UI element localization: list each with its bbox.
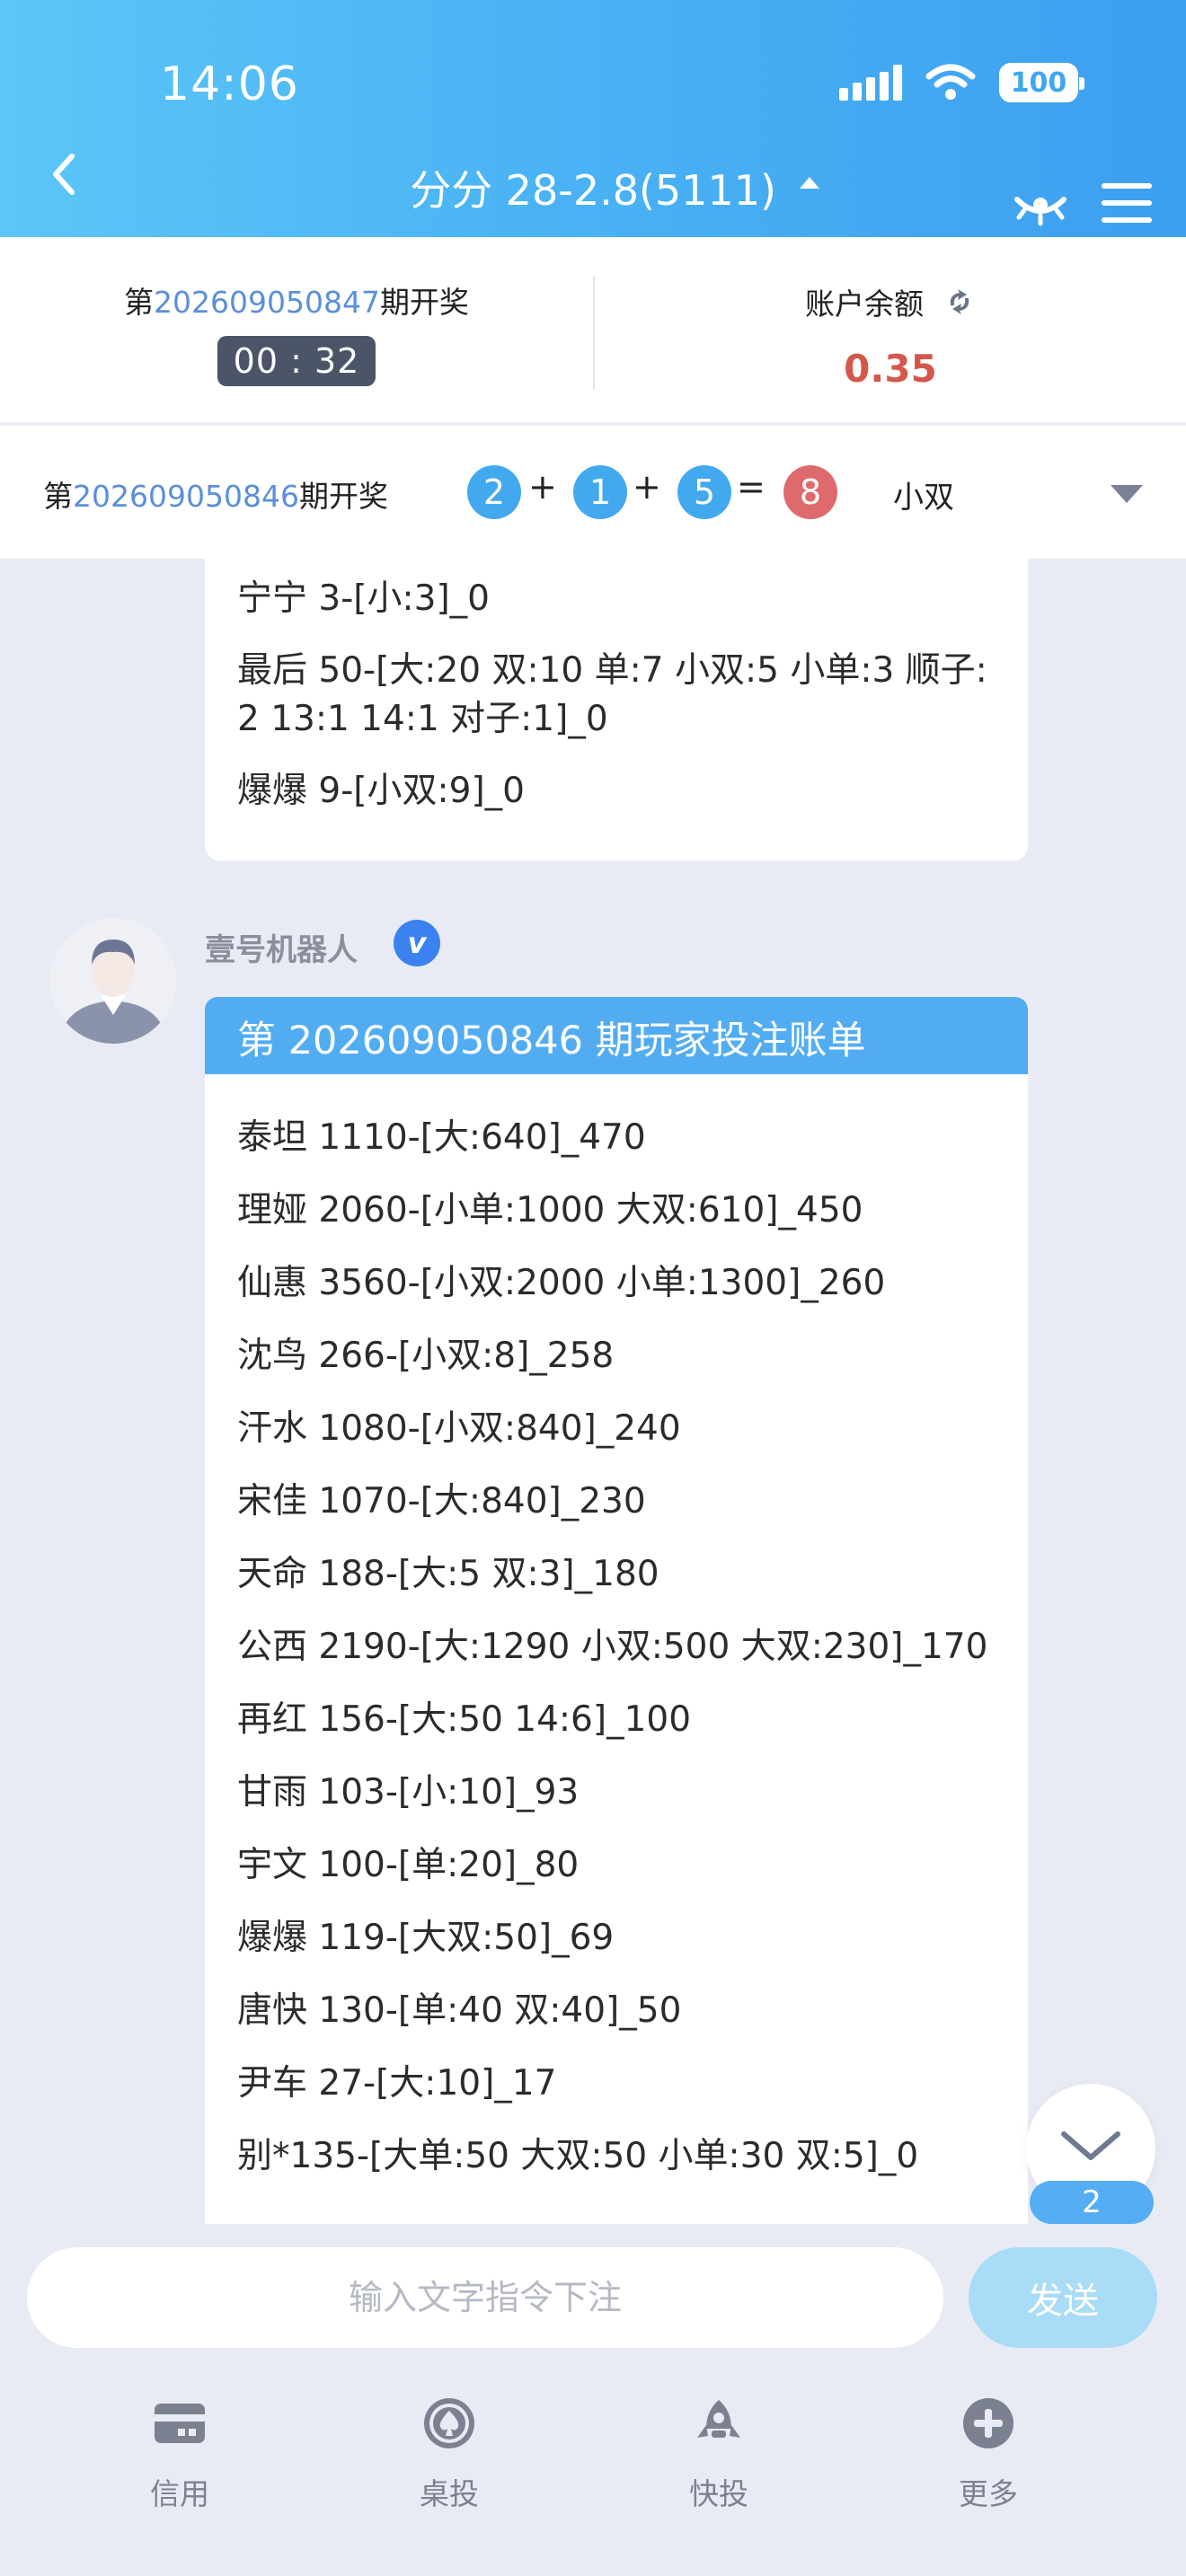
result-sum-ball: 8 [783, 465, 837, 519]
result-type: 小双 [893, 480, 954, 516]
equals-sign: = [737, 467, 766, 507]
bill-line: 公西 2190-[大:1290 小双:500 大双:230]_170 [237, 1627, 988, 1667]
command-input[interactable] [27, 2247, 943, 2348]
tab-label: 更多 [959, 2476, 1018, 2511]
last-issue-line: 第202609050846期开奖 [43, 472, 388, 516]
last-result-bar[interactable]: 第202609050846期开奖 2 + 1 + 5 = 8 小双 [0, 426, 1186, 559]
user-avatar-icon [50, 918, 176, 1044]
result-ball-2: 1 [573, 465, 627, 519]
message-bubble: 宁宁 3-[小:3]_0 最后 50-[大:20 双:10 单:7 小双:5 小… [205, 559, 1028, 860]
header: 14:06 100 分分 28-2.8(5111) [0, 0, 1186, 237]
current-issue-line: 第202609050847期开奖 [0, 278, 593, 322]
bill-line: 天命 188-[大:5 双:3]_180 [237, 1554, 659, 1594]
bill-line: 仙惠 3560-[小双:2000 小单:1300]_260 [237, 1263, 886, 1303]
battery-icon: 100 [999, 63, 1084, 102]
plus-circle-icon [963, 2398, 1013, 2448]
plus-sign: + [528, 467, 557, 507]
caret-down-icon[interactable] [1111, 485, 1143, 503]
bill-line: 宇文 100-[单:20]_80 [237, 1845, 580, 1885]
status-icons: 100 [839, 63, 1084, 102]
balance-label: 账户余额 [805, 287, 924, 322]
result-ball-1: 2 [467, 465, 521, 519]
tab-more[interactable]: 更多 [898, 2395, 1078, 2513]
eye-icon[interactable] [1012, 180, 1069, 226]
battery-level: 100 [1010, 66, 1067, 99]
wifi-icon [925, 64, 976, 100]
tab-label: 快投 [689, 2476, 748, 2511]
current-issue-number: 202609050847 [154, 285, 380, 320]
bill-title: 第 202609050846 期玩家投注账单 [205, 997, 1028, 1074]
refresh-icon[interactable] [943, 286, 976, 318]
bill-line: 甘雨 103-[小:10]_93 [237, 1772, 580, 1813]
page-title[interactable]: 分分 28-2.8(5111) [0, 158, 1186, 217]
send-button[interactable]: 发送 [969, 2247, 1157, 2348]
tab-credit[interactable]: 信用 [90, 2395, 270, 2513]
bet-line: 宁宁 3-[小:3]_0 [237, 578, 490, 619]
menu-icon[interactable] [1102, 183, 1152, 225]
input-row: 发送 [0, 2224, 1186, 2375]
bill-line: 汗水 1080-[小双:840]_240 [237, 1408, 681, 1449]
bet-bill-card: 第 202609050846 期玩家投注账单 泰坦 1110-[大:640]_4… [205, 997, 1028, 2224]
draw-info-bar: 第202609050847期开奖 00 : 32 账户余额 0.35 [0, 237, 1186, 424]
spade-icon [424, 2398, 474, 2448]
chat-area[interactable]: 宁宁 3-[小:3]_0 最后 50-[大:20 双:10 单:7 小双:5 小… [0, 559, 1186, 2224]
balance-value: 0.35 [844, 347, 937, 391]
caret-up-icon[interactable] [800, 177, 819, 189]
status-time: 14:06 [160, 57, 299, 111]
bottom-tab-bar: 信用 桌投 快投 更多 [0, 2375, 1186, 2576]
plus-sign: + [633, 467, 661, 507]
bet-line: 最后 50-[大:20 双:10 单:7 小双:5 小单:3 顺子:2 13:1… [237, 650, 987, 739]
bill-line: 爆爆 119-[大双:50]_69 [237, 1918, 615, 1958]
tab-quick-bet[interactable]: 快投 [629, 2395, 809, 2513]
result-ball-3: 5 [677, 465, 731, 519]
bill-body: 泰坦 1110-[大:640]_470 理娅 2060-[小单:1000 大双:… [205, 1074, 1028, 2181]
tab-label: 桌投 [420, 2476, 479, 2511]
unread-count-badge[interactable]: 2 [1030, 2181, 1154, 2224]
sender-name: 壹号机器人 [205, 932, 358, 968]
bill-line: 理娅 2060-[小单:1000 大双:610]_450 [237, 1190, 863, 1231]
current-draw: 第202609050847期开奖 00 : 32 [0, 237, 593, 424]
tab-label: 信用 [150, 2476, 209, 2511]
bill-line: 别*135-[大单:50 大双:50 小单:30 双:5]_0 [237, 2136, 919, 2176]
bill-line: 泰坦 1110-[大:640]_470 [237, 1117, 646, 1158]
bet-line: 爆爆 9-[小双:9]_0 [237, 771, 525, 811]
last-issue-prefix: 第 [43, 479, 73, 514]
account-balance: 账户余额 0.35 [595, 237, 1186, 424]
avatar[interactable] [50, 918, 176, 1044]
balance-label-row: 账户余额 [805, 280, 976, 323]
bill-line: 唐快 130-[单:40 双:40]_50 [237, 1990, 682, 2031]
credit-card-icon [155, 2404, 205, 2443]
bill-line: 尹车 27-[大:10]_17 [237, 2063, 557, 2104]
bill-line: 沈鸟 266-[小双:8]_258 [237, 1336, 615, 1376]
bill-line: 宋佳 1070-[大:840]_230 [237, 1481, 646, 1522]
last-issue-suffix: 期开奖 [298, 479, 388, 514]
verified-badge-icon: v [394, 920, 440, 966]
rocket-icon [697, 2400, 740, 2438]
issue-suffix: 期开奖 [379, 285, 469, 320]
countdown-timer: 00 : 32 [217, 336, 376, 386]
tab-table-bet[interactable]: 桌投 [359, 2395, 539, 2513]
signal-icon [839, 65, 902, 101]
issue-prefix: 第 [124, 285, 155, 320]
bill-line: 再红 156-[大:50 14:6]_100 [237, 1699, 692, 1740]
last-issue-number: 202609050846 [73, 479, 299, 514]
